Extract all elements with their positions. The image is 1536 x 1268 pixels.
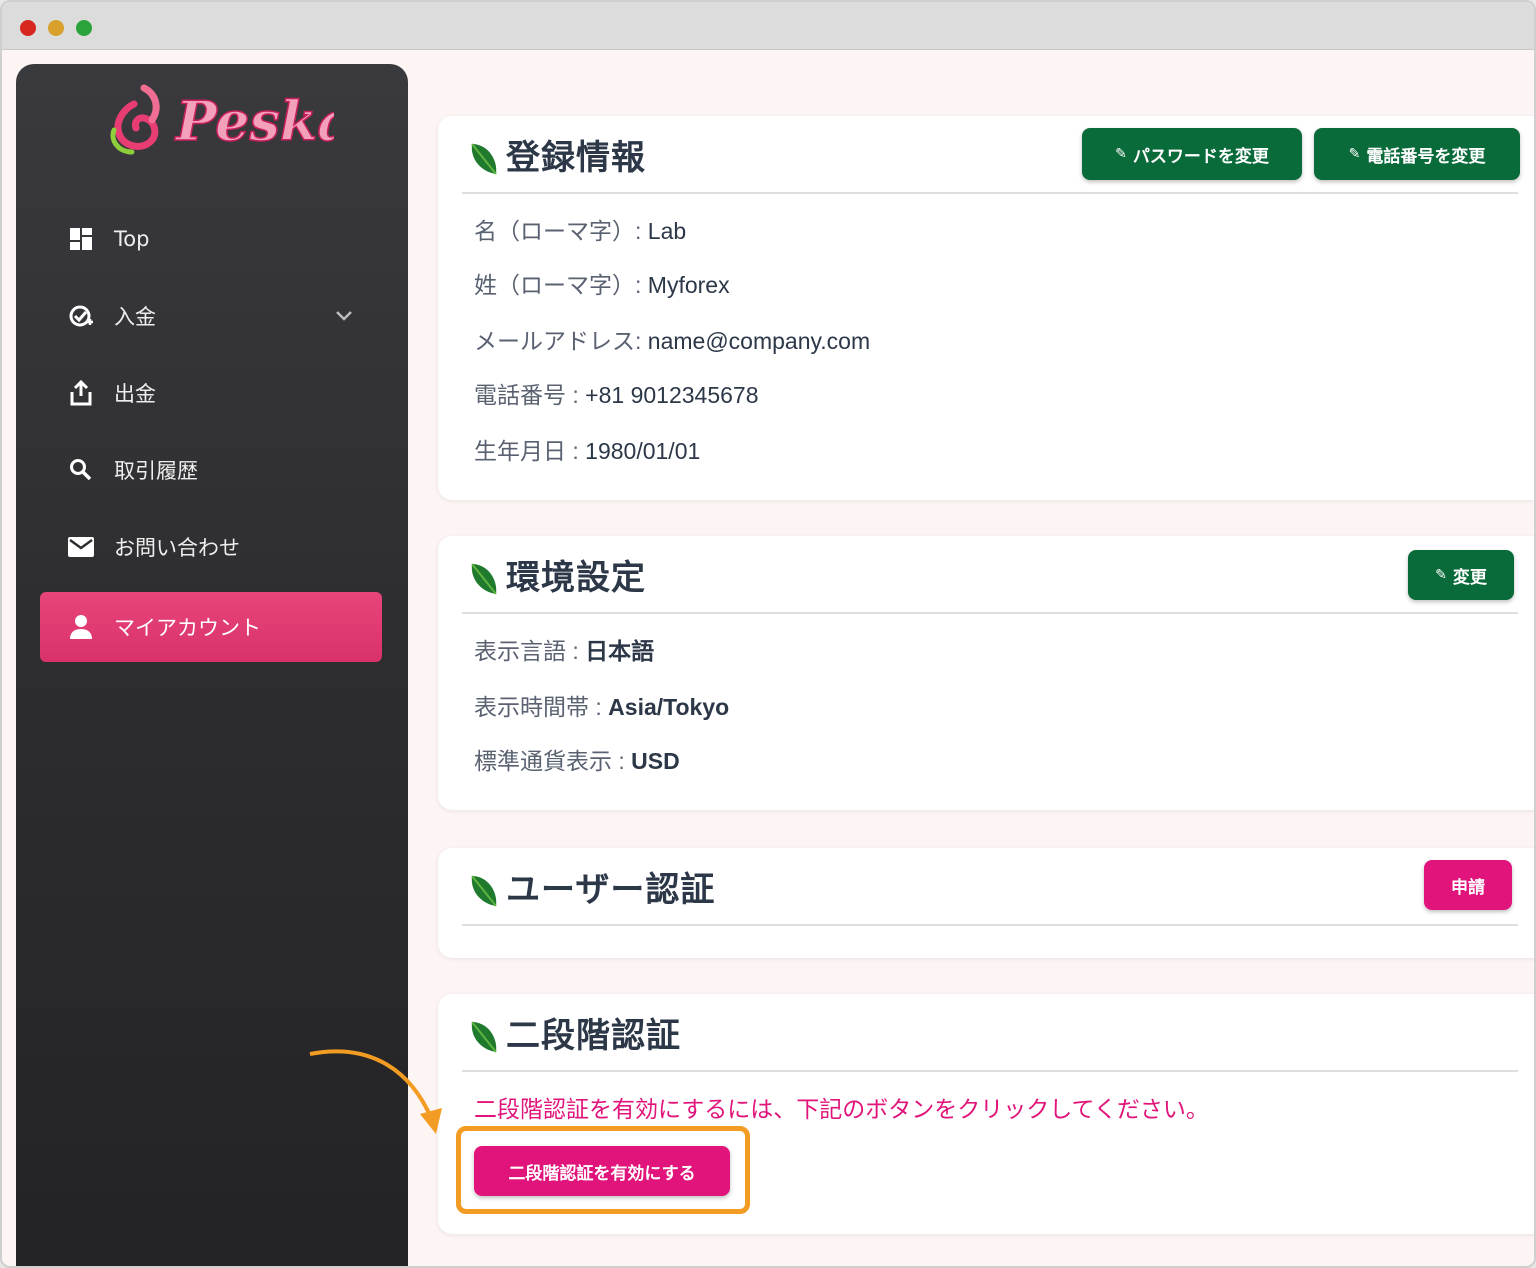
field-currency: 標準通貨表示 : USD	[474, 742, 680, 776]
field-label: 標準通貨表示 :	[474, 748, 625, 774]
field-last-name: 姓（ローマ字）: Myforex	[474, 266, 730, 300]
field-label: 姓（ローマ字）:	[474, 272, 642, 298]
field-birthdate: 生年月日 : 1980/01/01	[474, 432, 700, 466]
sidebar-item-label: 出金	[114, 382, 156, 406]
field-label: 生年月日 :	[474, 438, 579, 464]
field-first-name: 名（ローマ字）: Lab	[474, 212, 686, 246]
change-phone-button[interactable]: ✎ 電話番号を変更	[1314, 128, 1520, 180]
field-value: USD	[631, 748, 680, 774]
verification-card: ユーザー認証 申請	[438, 848, 1534, 958]
apply-verification-button[interactable]: 申請	[1424, 860, 1512, 910]
field-value: Asia/Tokyo	[608, 694, 730, 720]
leaf-icon	[471, 563, 497, 595]
preferences-card: 環境設定 ✎ 変更 表示言語 : 日本語 表示時間帯 : Asia/Tokyo …	[438, 536, 1534, 810]
enable-two-factor-button[interactable]: 二段階認証を有効にする	[474, 1146, 730, 1196]
title-bar	[2, 2, 1534, 50]
field-email: メールアドレス: name@company.com	[474, 322, 870, 356]
field-value: name@company.com	[647, 328, 871, 354]
sidebar-item-my-account[interactable]: マイアカウント	[40, 592, 382, 662]
peska-logo[interactable]: Peska	[104, 80, 334, 160]
card-title: 二段階認証	[506, 1016, 681, 1056]
card-title: 登録情報	[506, 138, 646, 178]
pointer-arrow-icon	[309, 1049, 442, 1134]
field-label: 表示言語 :	[474, 638, 579, 664]
sidebar-item-history[interactable]: 取引履歴	[40, 435, 382, 505]
field-value: 日本語	[585, 638, 655, 664]
leaf-icon	[471, 1021, 497, 1053]
card-header: 環境設定 ✎ 変更	[462, 536, 1518, 614]
deposit-icon	[68, 303, 94, 329]
pencil-icon: ✎	[1115, 146, 1127, 162]
svg-text:Peska: Peska	[174, 89, 334, 153]
field-phone: 電話番号 : +81 9012345678	[474, 376, 759, 410]
registration-card: 登録情報 ✎ パスワードを変更 ✎ 電話番号を変更 名（ローマ字）: Lab 姓…	[438, 116, 1534, 500]
sidebar-item-label: 取引履歴	[114, 459, 198, 483]
field-label: 電話番号 :	[474, 382, 579, 408]
search-icon	[68, 457, 94, 483]
close-window-button[interactable]	[20, 20, 36, 36]
leaf-icon	[471, 875, 497, 907]
withdraw-icon	[68, 380, 94, 406]
button-label: 変更	[1452, 567, 1487, 588]
field-value: 1980/01/01	[585, 438, 701, 464]
change-preferences-button[interactable]: ✎ 変更	[1408, 550, 1514, 600]
sidebar-item-top[interactable]: Top	[40, 204, 382, 274]
button-label: 電話番号を変更	[1366, 146, 1486, 167]
pencil-icon: ✎	[1348, 146, 1361, 162]
field-display-language: 表示言語 : 日本語	[474, 632, 654, 666]
card-header: 二段階認証	[462, 994, 1518, 1072]
card-header: 登録情報 ✎ パスワードを変更 ✎ 電話番号を変更	[462, 116, 1520, 194]
chevron-down-icon[interactable]	[332, 303, 356, 327]
field-label: 名（ローマ字）:	[474, 218, 642, 244]
sidebar-item-contact[interactable]: お問い合わせ	[40, 512, 382, 582]
maximize-window-button[interactable]	[76, 20, 92, 36]
card-title: 環境設定	[506, 558, 646, 598]
field-timezone: 表示時間帯 : Asia/Tokyo	[474, 688, 729, 722]
field-label: メールアドレス:	[474, 328, 642, 354]
field-label: 表示時間帯 :	[474, 694, 602, 720]
pencil-icon: ✎	[1435, 567, 1447, 583]
sidebar-item-label: マイアカウント	[114, 616, 261, 640]
two-factor-notice: 二段階認証を有効にするには、下記のボタンをクリックしてください。	[474, 1096, 1209, 1122]
user-icon	[68, 614, 94, 640]
dashboard-icon	[68, 226, 94, 252]
sidebar-item-label: お問い合わせ	[114, 536, 240, 560]
card-header: ユーザー認証 申請	[462, 848, 1518, 926]
sidebar-item-deposit[interactable]: 入金	[40, 281, 382, 351]
field-value: Lab	[647, 218, 687, 244]
browser-window: Peska Top 入金 出金 取引履歴	[0, 0, 1536, 1268]
leaf-icon	[471, 143, 497, 175]
button-label: パスワードを変更	[1132, 146, 1269, 167]
field-value: +81 9012345678	[585, 382, 759, 408]
sidebar-item-label: Top	[114, 227, 150, 251]
mail-icon	[68, 534, 94, 560]
change-password-button[interactable]: ✎ パスワードを変更	[1082, 128, 1302, 180]
card-title: ユーザー認証	[506, 870, 716, 910]
two-factor-card: 二段階認証 二段階認証を有効にするには、下記のボタンをクリックしてください。 二…	[438, 994, 1534, 1234]
field-value: Myforex	[647, 272, 730, 298]
sidebar-item-label: 入金	[114, 305, 156, 329]
minimize-window-button[interactable]	[48, 20, 64, 36]
sidebar-item-withdraw[interactable]: 出金	[40, 358, 382, 428]
